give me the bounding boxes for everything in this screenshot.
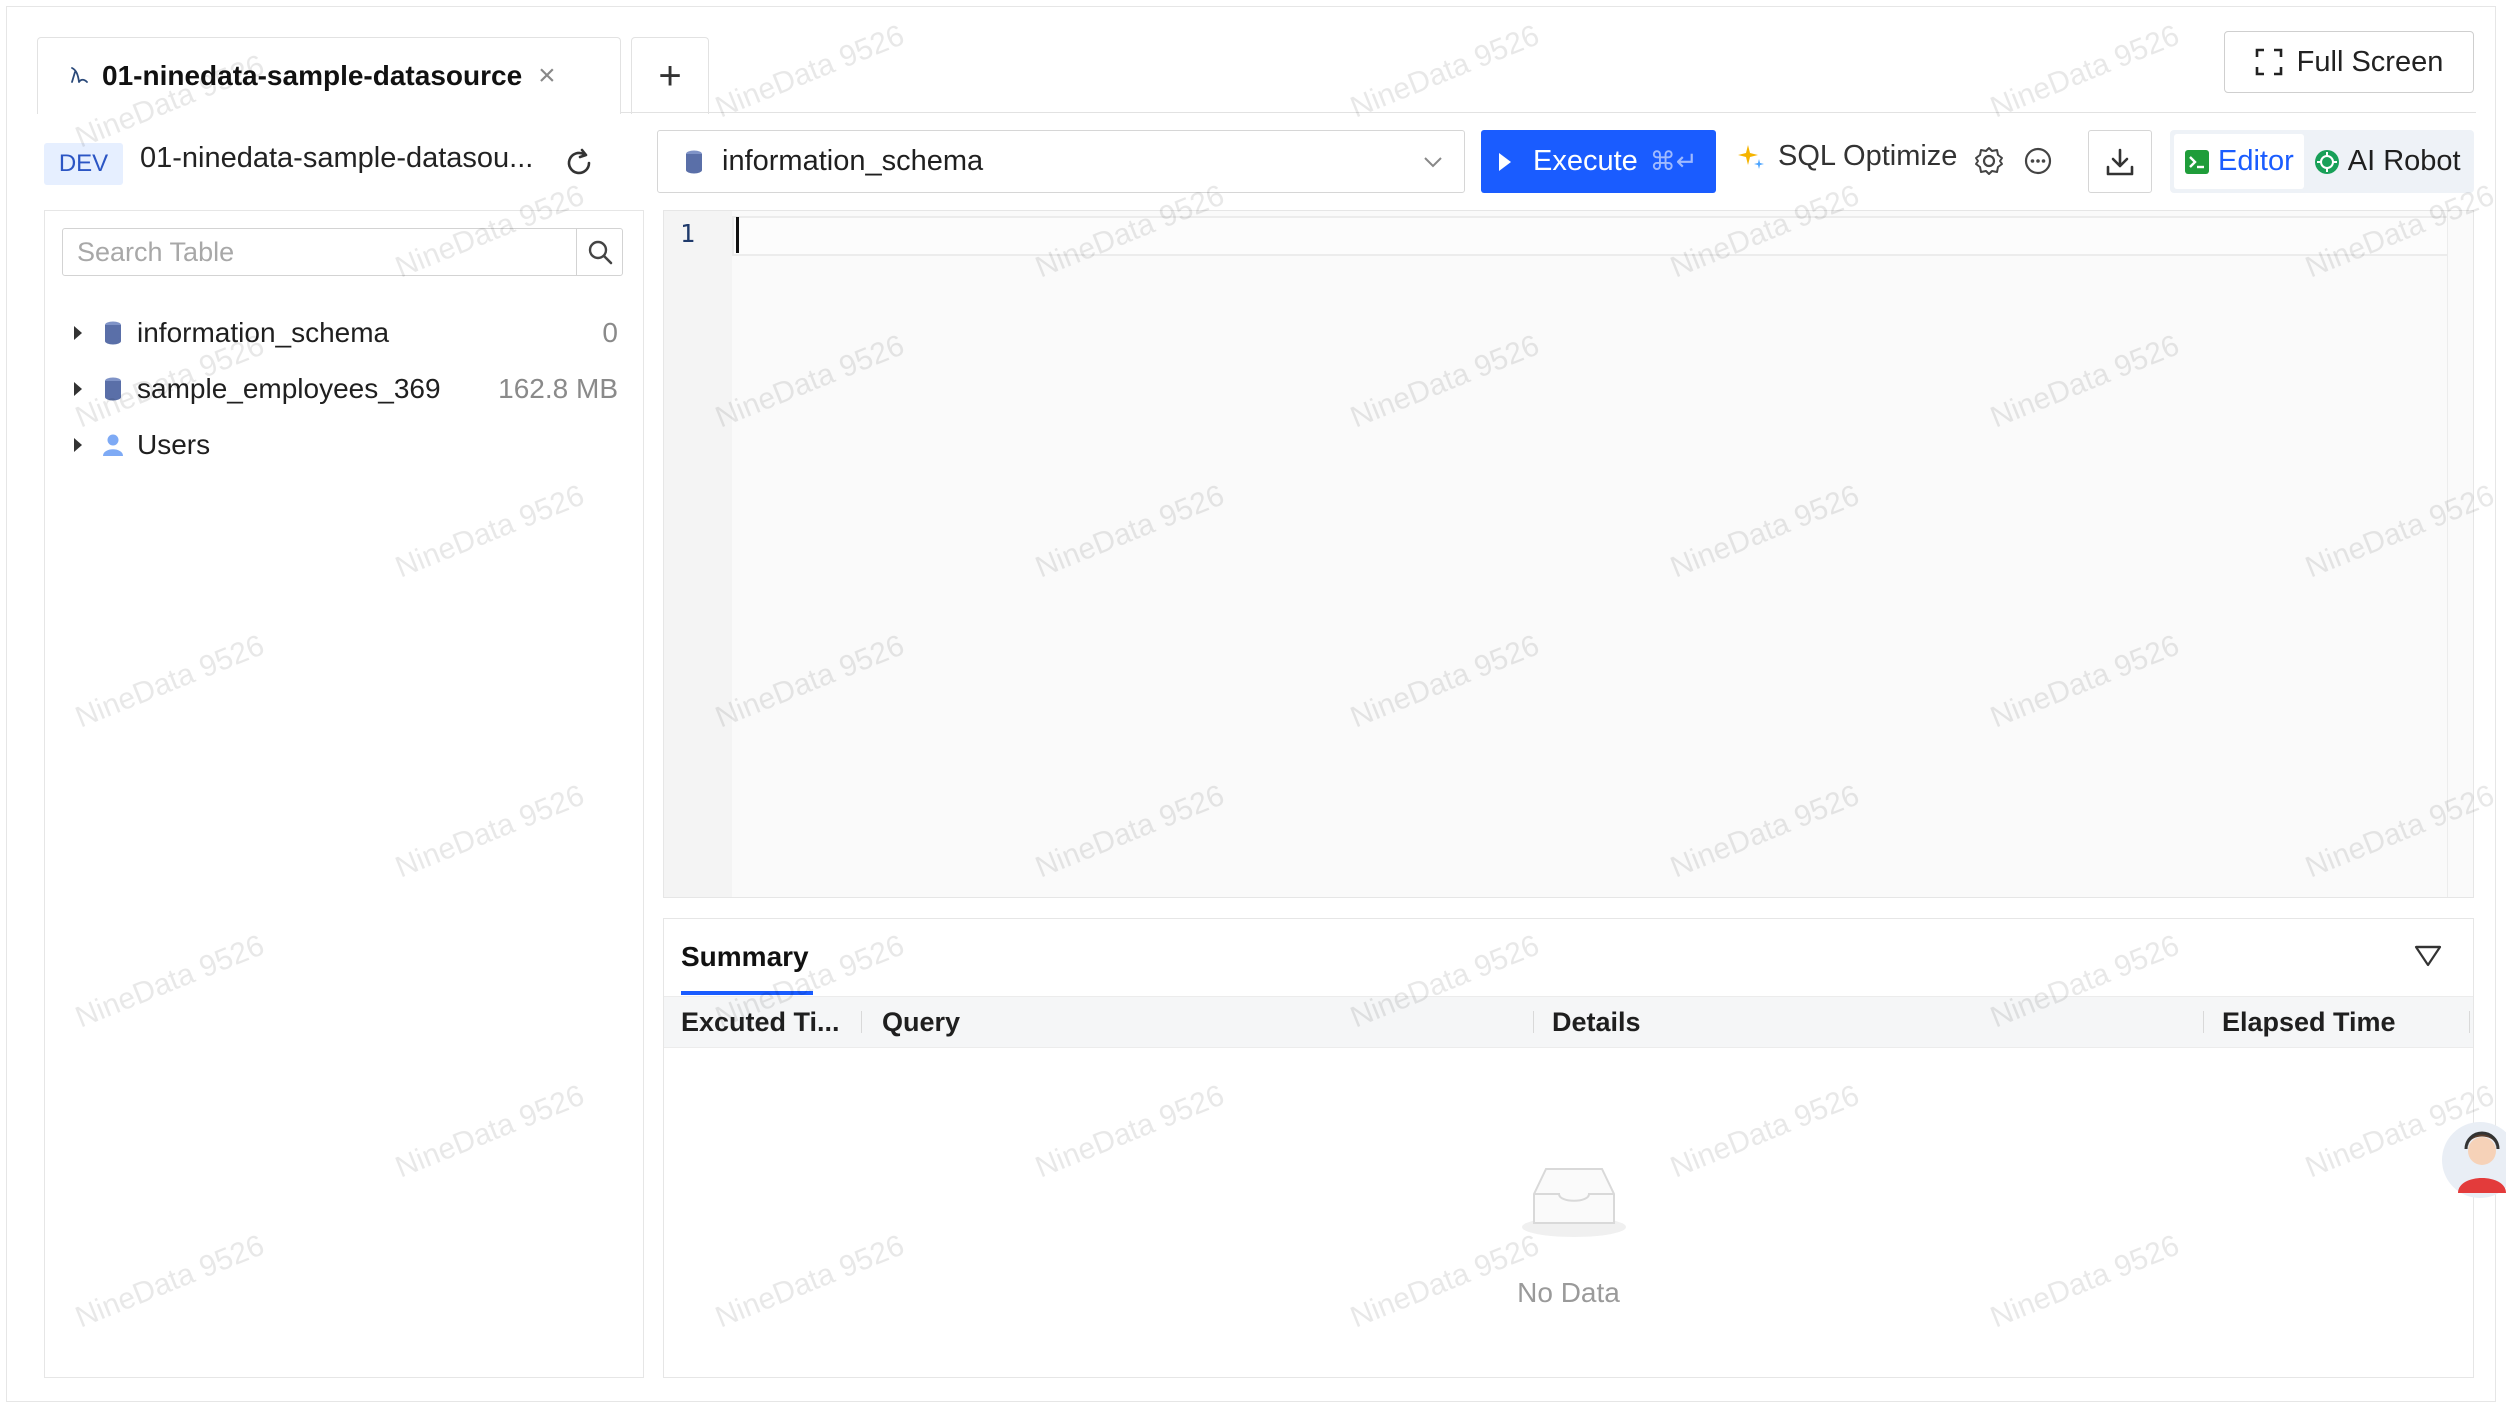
tree-item-information-schema[interactable]: information_schema 0 — [45, 305, 643, 361]
tab-strip: 01-ninedata-sample-datasource × + — [37, 37, 709, 114]
tree-count: 0 — [602, 317, 618, 348]
tree-label: Users — [137, 429, 211, 460]
column-query[interactable]: Query — [882, 997, 960, 1047]
close-icon[interactable]: × — [538, 61, 556, 91]
terminal-icon — [2185, 149, 2209, 174]
results-table-header: Excuted Ti... Query Details Elapsed Time — [664, 996, 2473, 1048]
play-icon — [1499, 152, 1511, 171]
execute-shortcut: ⌘↵ — [1649, 146, 1698, 176]
active-tab-indicator — [681, 991, 813, 995]
tree-label: information_schema — [137, 317, 390, 348]
column-separator — [2469, 1011, 2470, 1033]
mysql-dolphin-icon — [71, 67, 88, 83]
tree-size: 162.8 MB — [498, 373, 618, 404]
empty-state-text: No Data — [1517, 1277, 1620, 1308]
column-details[interactable]: Details — [1552, 997, 1641, 1047]
full-screen-button[interactable]: Full Screen — [2224, 31, 2474, 93]
tree-item-sample-employees[interactable]: sample_employees_369 162.8 MB — [45, 361, 643, 417]
collapse-panel-icon[interactable] — [2413, 941, 2443, 971]
caret-right-icon[interactable] — [74, 382, 82, 396]
mode-ai-robot-tab[interactable]: AI Robot — [2304, 134, 2471, 189]
execute-button[interactable]: Execute ⌘↵ — [1481, 130, 1716, 193]
tab-divider — [621, 112, 2476, 113]
database-select[interactable]: information_schema — [657, 130, 1465, 193]
download-button[interactable] — [2088, 130, 2152, 193]
database-select-value: information_schema — [722, 145, 984, 177]
sparkle-icon — [1738, 144, 1764, 169]
empty-inbox-icon — [1522, 1168, 1626, 1237]
search-table-box — [62, 228, 623, 276]
database-icon — [105, 321, 121, 345]
search-icon — [588, 240, 612, 265]
object-tree: information_schema 0 sample_employees_36… — [45, 305, 643, 473]
search-table-input[interactable] — [63, 229, 576, 275]
sql-optimize-label: SQL Optimize — [1778, 140, 1958, 172]
line-number: 1 — [680, 219, 696, 248]
download-icon — [2106, 148, 2134, 175]
tree-label: sample_employees_369 — [137, 373, 441, 404]
column-executed-time[interactable]: Excuted Ti... — [681, 997, 840, 1047]
column-separator — [2203, 1011, 2204, 1033]
line-number-gutter: 1 — [664, 211, 732, 897]
database-icon — [686, 150, 702, 173]
execute-label: Execute — [1533, 145, 1638, 177]
caret-right-icon[interactable] — [74, 326, 82, 340]
text-cursor — [736, 217, 739, 253]
expand-icon — [2255, 48, 2282, 76]
editor-scrollbar[interactable] — [2447, 211, 2473, 897]
object-tree-panel: information_schema 0 sample_employees_36… — [44, 210, 644, 1378]
mode-ai-label: AI Robot — [2347, 145, 2461, 177]
column-elapsed-time[interactable]: Elapsed Time — [2222, 997, 2396, 1047]
database-icon — [105, 377, 121, 401]
ai-robot-icon — [2314, 149, 2339, 174]
mode-editor-label: Editor — [2218, 145, 2294, 177]
user-icon — [103, 434, 123, 456]
column-separator — [861, 1011, 862, 1033]
sql-optimize-button[interactable]: SQL Optimize — [1736, 140, 1957, 173]
mode-switch: Editor AI Robot — [2170, 130, 2474, 193]
tab-summary[interactable]: Summary — [681, 941, 809, 973]
support-assistant-avatar[interactable] — [2440, 1115, 2506, 1205]
sql-editor[interactable]: 1 — [663, 210, 2474, 898]
env-badge: DEV — [44, 143, 123, 185]
mode-editor-tab[interactable]: Editor — [2174, 134, 2304, 189]
column-separator — [1533, 1011, 1534, 1033]
chevron-down-icon — [1424, 157, 1442, 168]
tab-label: 01-ninedata-sample-datasource — [102, 60, 523, 91]
datasource-name: 01-ninedata-sample-datasou... — [140, 142, 534, 174]
tab-datasource[interactable]: 01-ninedata-sample-datasource × — [37, 37, 621, 114]
search-button[interactable] — [576, 229, 622, 275]
tree-item-users[interactable]: Users — [45, 417, 643, 473]
refresh-icon[interactable] — [562, 146, 596, 180]
current-line-highlight — [732, 216, 2473, 256]
add-tab-button[interactable]: + — [631, 37, 709, 114]
results-panel: Summary Excuted Ti... Query Details Elap… — [663, 918, 2474, 1378]
full-screen-label: Full Screen — [2296, 45, 2444, 78]
gear-icon[interactable] — [1973, 145, 2005, 177]
caret-right-icon[interactable] — [74, 438, 82, 452]
more-icon[interactable] — [2022, 145, 2054, 177]
